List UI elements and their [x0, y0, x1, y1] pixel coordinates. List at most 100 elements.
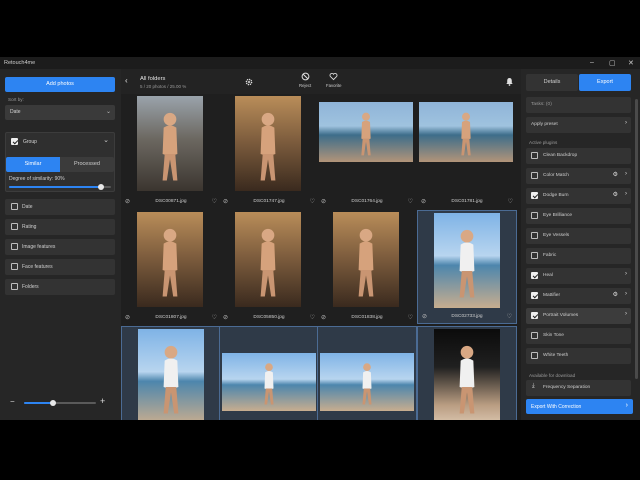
favorite-heart-icon[interactable]: ♡ [310, 314, 315, 321]
plugin-checkbox[interactable] [531, 192, 538, 199]
filter-checkbox[interactable] [11, 283, 18, 290]
favorite-heart-icon[interactable]: ♡ [408, 314, 413, 321]
similarity-slider[interactable] [9, 184, 111, 190]
chevron-right-icon[interactable]: › [625, 291, 627, 297]
photo-thumbnail[interactable] [235, 212, 301, 307]
plugin-row[interactable]: Mattifier ⚙ › [526, 288, 631, 304]
chevron-down-icon[interactable]: ⌄ [103, 136, 109, 144]
right-panel-scrollbar[interactable] [635, 99, 638, 379]
chevron-right-icon[interactable]: › [625, 191, 627, 197]
plugin-row[interactable]: Clean Backdrop [526, 148, 631, 164]
gear-icon[interactable]: ⚙ [613, 191, 618, 198]
plugin-row[interactable]: Fabric [526, 248, 631, 264]
filter-checkbox[interactable] [11, 263, 18, 270]
photo-thumbnail[interactable] [137, 96, 203, 191]
mode-processed-tab[interactable]: Processed [60, 157, 114, 172]
gear-icon[interactable]: ⚙ [613, 291, 618, 298]
plugin-checkbox[interactable] [531, 172, 538, 179]
plugin-row[interactable]: Portrait Volumes › [526, 308, 631, 324]
minimize-icon[interactable]: – [590, 59, 594, 66]
photo-tile[interactable]: ⊘ DSC01807.jpg ♡ [121, 210, 221, 324]
thumbnail-size-slider[interactable] [24, 400, 96, 406]
export-button[interactable]: Export With Correction › [526, 399, 633, 414]
plugin-checkbox[interactable] [531, 352, 538, 359]
photo-thumbnail[interactable] [137, 212, 203, 307]
photo-thumbnail[interactable] [434, 213, 500, 308]
photo-tile[interactable]: ⊘DSC02745.jpg♡ [219, 326, 319, 420]
sort-by-select[interactable]: Date ⌄ [5, 105, 115, 120]
zoom-out-icon[interactable]: − [10, 397, 15, 406]
filter-row[interactable]: Image features [5, 239, 115, 255]
download-icon[interactable]: ⤓ [532, 383, 535, 390]
photo-tile[interactable]: ⊘ DSC05850.jpg ♡ [219, 210, 319, 324]
favorite-heart-icon[interactable]: ♡ [408, 198, 413, 205]
tab-details[interactable]: Details [526, 74, 578, 91]
group-checkbox[interactable] [11, 138, 18, 145]
plugin-row[interactable]: Eye Brilliance [526, 208, 631, 224]
favorite-heart-icon[interactable]: ♡ [508, 198, 513, 205]
filter-checkbox[interactable] [11, 243, 18, 250]
plugin-checkbox[interactable] [531, 332, 538, 339]
plugin-checkbox[interactable] [531, 152, 538, 159]
chevron-right-icon[interactable]: › [625, 311, 627, 317]
photo-thumbnail[interactable] [320, 353, 414, 411]
zoom-in-icon[interactable]: + [100, 396, 105, 406]
plugin-row[interactable]: Color Match ⚙ › [526, 168, 631, 184]
filter-row[interactable]: Date [5, 199, 115, 215]
reject-icon[interactable] [301, 72, 310, 81]
plugin-row[interactable]: Eye Vessels [526, 228, 631, 244]
back-icon[interactable]: ‹ [125, 76, 128, 85]
favorite-heart-icon[interactable]: ♡ [212, 198, 217, 205]
plugin-checkbox[interactable] [531, 272, 538, 279]
similarity-slider-handle[interactable] [97, 184, 104, 190]
favorite-heart-icon[interactable]: ♡ [507, 313, 512, 320]
photo-thumbnail[interactable] [419, 102, 513, 162]
filter-checkbox[interactable] [11, 223, 18, 230]
frequency-separation-row[interactable]: ⤓ Frequency Separation [526, 380, 631, 396]
filter-checkbox[interactable] [11, 203, 18, 210]
maximize-icon[interactable]: ▢ [609, 59, 616, 67]
photo-tile[interactable]: ⊘ DSC01747.jpg ♡ [219, 94, 319, 208]
add-photos-button[interactable]: Add photos [5, 77, 115, 92]
photo-tile[interactable]: ⊘ DSC02733.jpg ♡ [417, 210, 517, 324]
plugin-checkbox[interactable] [531, 212, 538, 219]
favorite-heart-icon[interactable] [329, 72, 338, 81]
plugin-checkbox[interactable] [531, 252, 538, 259]
photo-tile[interactable]: ⊘ DSC01838.jpg ♡ [317, 210, 417, 324]
tab-export[interactable]: Export [579, 74, 631, 91]
favorite-heart-icon[interactable]: ♡ [212, 314, 217, 321]
photo-tile[interactable]: ⊘DSC02736.jpg♡ [121, 326, 221, 420]
mode-similar-tab[interactable]: Similar [6, 157, 60, 172]
notification-bell-icon[interactable] [505, 77, 514, 86]
photo-thumbnail[interactable] [333, 212, 399, 307]
plugin-checkbox[interactable] [531, 312, 538, 319]
photo-thumbnail[interactable] [319, 102, 413, 162]
chevron-right-icon[interactable]: › [625, 271, 627, 277]
photo-tile[interactable]: ⊘DSC02804.jpg♡ [417, 326, 517, 420]
settings-gear-icon[interactable] [245, 78, 253, 86]
filter-row[interactable]: Face features [5, 259, 115, 275]
filter-row[interactable]: Rating [5, 219, 115, 235]
plugin-checkbox[interactable] [531, 232, 538, 239]
photo-thumbnail[interactable] [138, 329, 204, 420]
photo-thumbnail[interactable] [434, 329, 500, 420]
apply-preset-row[interactable]: Apply preset › [526, 117, 631, 133]
gear-icon[interactable]: ⚙ [613, 171, 618, 178]
photo-tile[interactable]: ⊘DSC02797.jpg♡ [317, 326, 417, 420]
photo-tile[interactable]: ⊘ DSC00871.jpg ♡ [121, 94, 221, 208]
close-icon[interactable]: ✕ [628, 59, 634, 67]
filter-row[interactable]: Folders [5, 279, 115, 295]
photo-tile[interactable]: ⊘ DSC01764.jpg ♡ [317, 94, 417, 208]
favorite-heart-icon[interactable]: ♡ [310, 198, 315, 205]
plugin-row[interactable]: White Teeth [526, 348, 631, 364]
photo-tile[interactable]: ⊘ DSC01781.jpg ♡ [417, 94, 517, 208]
thumbnail-size-handle[interactable] [49, 400, 56, 406]
plugin-row[interactable]: Heal › [526, 268, 631, 284]
photo-thumbnail[interactable] [222, 353, 316, 411]
photo-thumbnail[interactable] [235, 96, 301, 191]
plugin-checkbox[interactable] [531, 292, 538, 299]
plugin-row[interactable]: Dodge Burn ⚙ › [526, 188, 631, 204]
chevron-right-icon[interactable]: › [625, 171, 627, 177]
tasks-row[interactable]: Tasks: (0) [526, 97, 631, 113]
plugin-row[interactable]: Skin Tone [526, 328, 631, 344]
